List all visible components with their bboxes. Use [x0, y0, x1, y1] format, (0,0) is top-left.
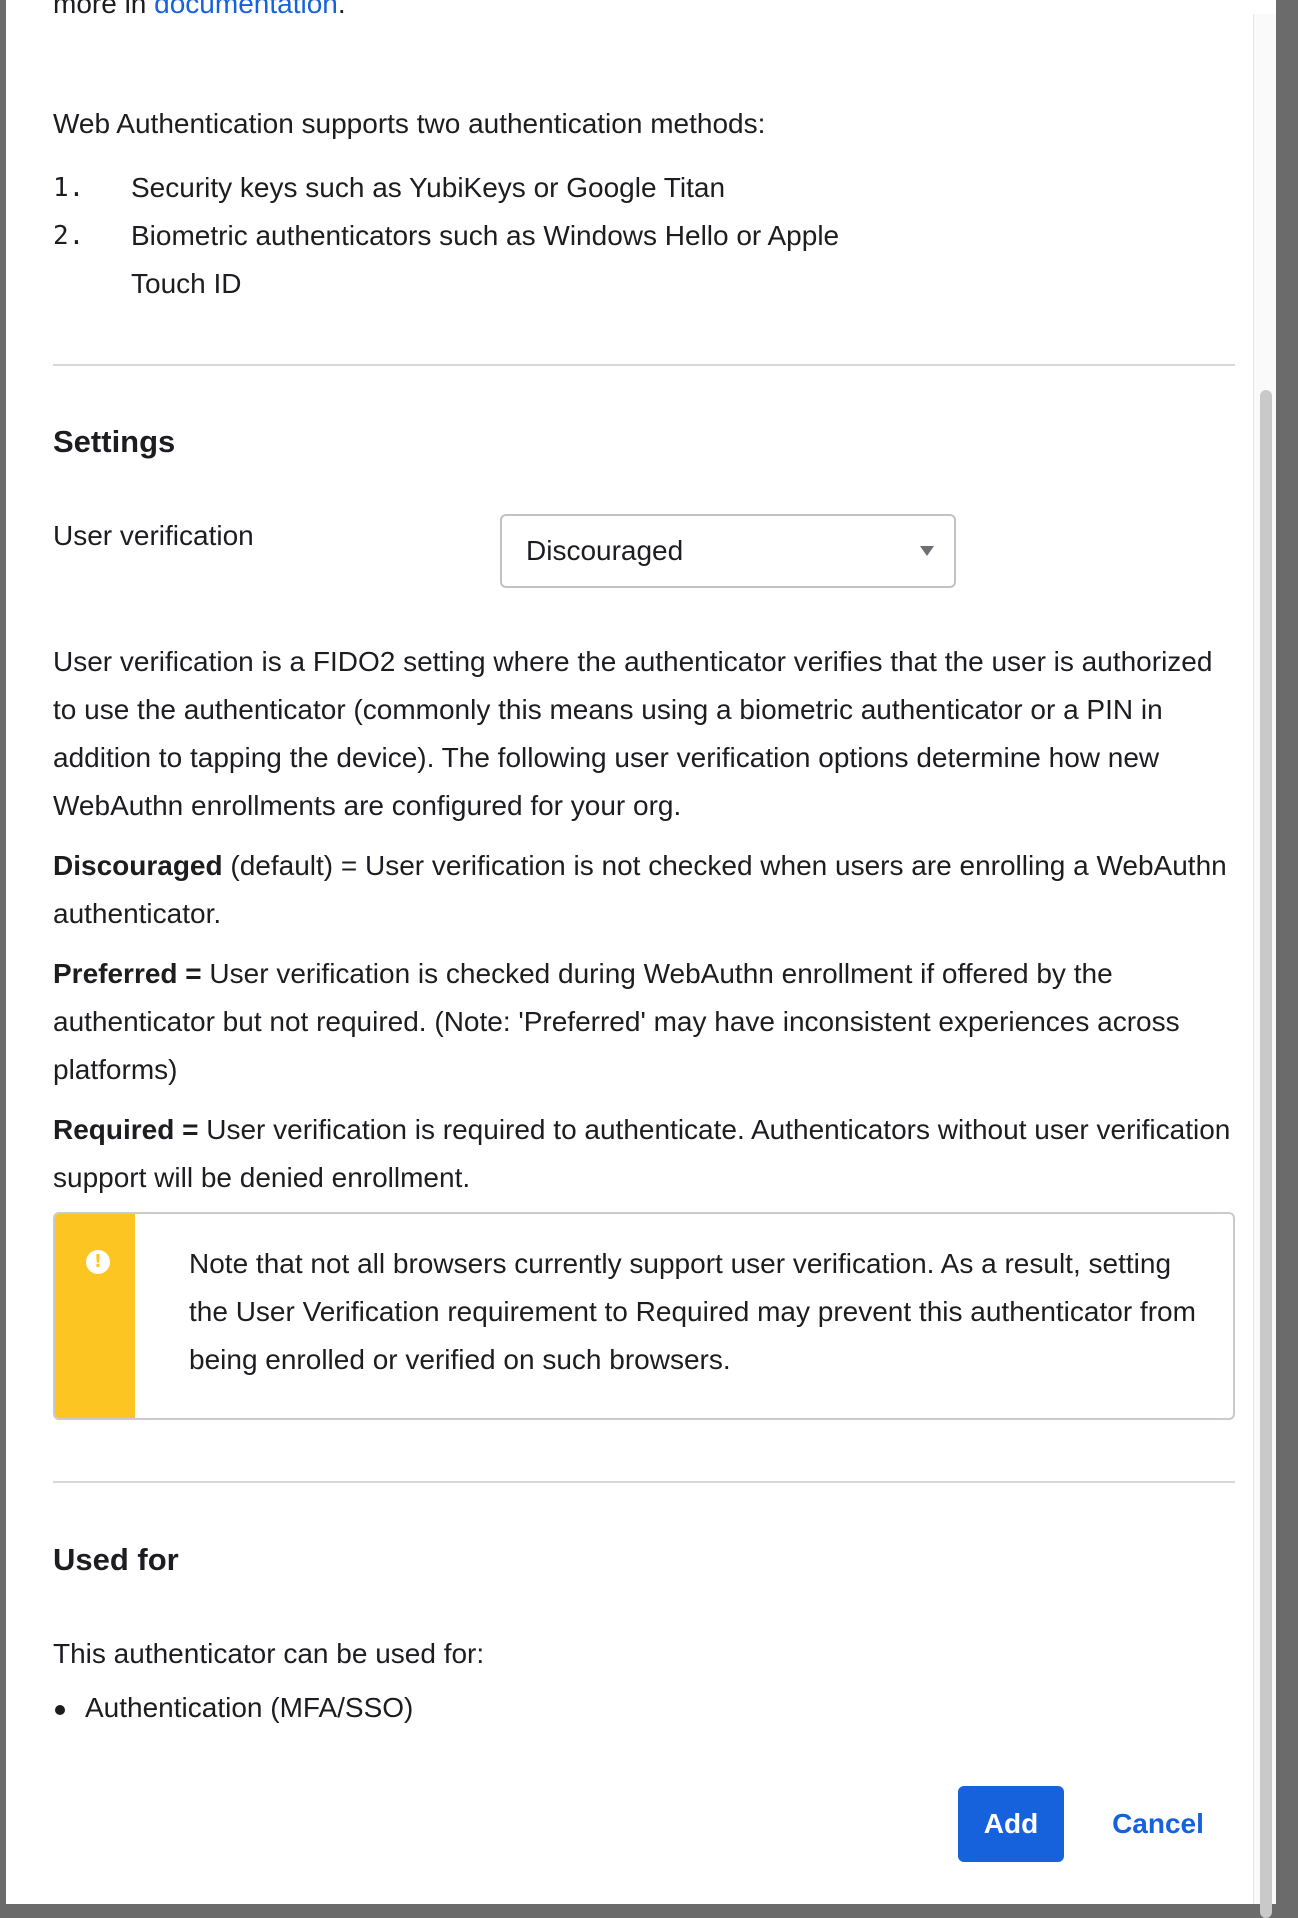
chevron-down-icon [920, 546, 934, 556]
documentation-link[interactable]: documentation [154, 0, 338, 19]
methods-list: 1. Security keys such as YubiKeys or Goog… [53, 164, 953, 308]
add-authenticator-dialog: more in documentation. Web Authenticatio… [6, 0, 1276, 1918]
option-required: Required = User verification is required… [53, 1114, 1231, 1193]
divider [53, 1481, 1235, 1483]
warning-icon: ! [86, 1250, 110, 1274]
methods-heading: Web Authentication supports two authenti… [53, 108, 766, 139]
method-item: 1. Security keys such as YubiKeys or Goog… [53, 172, 726, 203]
warning-bar: ! [55, 1214, 135, 1418]
scrollbar-track[interactable] [1253, 14, 1276, 1918]
list-item: Authentication (MFA/SSO) [53, 1692, 413, 1724]
option-preferred: Preferred = User verification is checked… [53, 958, 1180, 1085]
cancel-button[interactable]: Cancel [1098, 1786, 1218, 1862]
user-verification-value: Discouraged [526, 535, 684, 566]
documentation-line: more in documentation. [53, 0, 346, 24]
divider [53, 364, 1235, 366]
method-item: 2. Biometric authenticators such as Windo… [53, 220, 840, 299]
warning-text: Note that not all browsers currently sup… [189, 1248, 1196, 1375]
option-discouraged: Discouraged (default) = User verificatio… [53, 850, 1227, 929]
warning-callout: ! Note that not all browsers currently s… [53, 1212, 1235, 1420]
user-verification-select[interactable]: Discouraged [500, 514, 956, 588]
user-verification-description: User verification is a FIDO2 setting whe… [53, 646, 1213, 821]
add-button[interactable]: Add [958, 1786, 1064, 1862]
scrollbar-thumb[interactable] [1260, 390, 1272, 1918]
user-verification-label: User verification [53, 520, 254, 551]
used-for-heading: Used for [53, 1542, 179, 1577]
used-for-intro: This authenticator can be used for: [53, 1638, 485, 1669]
bullet-icon [55, 1705, 65, 1715]
used-for-list: Authentication (MFA/SSO) [53, 1692, 413, 1724]
settings-heading: Settings [53, 424, 176, 459]
